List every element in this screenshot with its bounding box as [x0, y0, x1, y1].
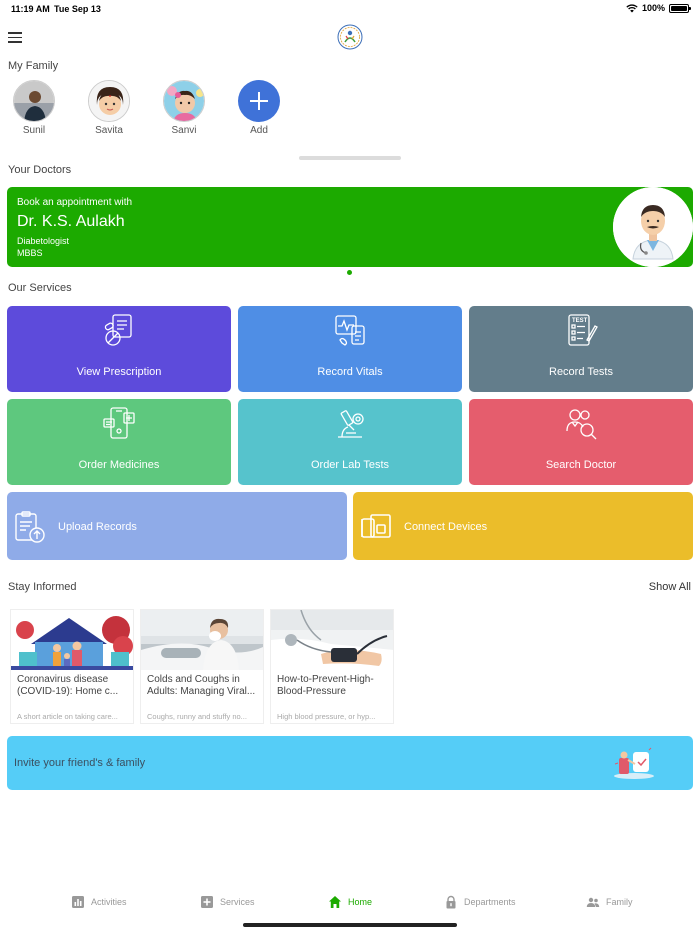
family-list: Sunil Savita Sanvi Add — [0, 80, 700, 140]
tile-label: Order Medicines — [78, 459, 160, 471]
order-medicines-tile[interactable]: Order Medicines — [7, 399, 231, 485]
add-icon — [238, 80, 280, 122]
wifi-icon — [626, 3, 638, 12]
member-name: Savita — [95, 125, 123, 136]
vitals-icon — [335, 315, 365, 346]
connect-devices-tile[interactable]: Connect Devices — [353, 492, 693, 560]
doctor-name: Dr. K.S. Aulakh — [17, 213, 125, 230]
status-date: Tue Sep 13 — [54, 4, 101, 14]
article-image — [141, 610, 263, 670]
tile-label: Order Lab Tests — [310, 459, 390, 471]
my-family-title: My Family — [8, 60, 59, 72]
our-services-title: Our Services — [8, 282, 72, 294]
tab-departments[interactable]: Departments — [444, 895, 516, 909]
article-title: How-to-Prevent-High-Blood-Pressure — [277, 674, 374, 697]
tile-label: Search Doctor — [545, 459, 617, 471]
doctor-specialty: Diabetologist — [17, 236, 70, 246]
tab-family[interactable]: Family — [586, 895, 633, 909]
lock-icon — [446, 895, 456, 909]
tab-home[interactable]: Home — [328, 895, 372, 909]
article-image — [271, 610, 393, 670]
article-description: Coughs, runny and stuffy no... — [147, 712, 247, 721]
carousel-indicator[interactable] — [347, 270, 352, 275]
medicine-phone-icon — [103, 407, 135, 439]
order-lab-tests-tile[interactable]: Order Lab Tests — [238, 399, 462, 485]
test-checklist-icon: TEST — [568, 314, 598, 346]
upload-clipboard-icon — [15, 511, 45, 543]
article-title: Colds and Coughs in Adults: Managing Vir… — [147, 674, 256, 697]
devices-icon — [361, 514, 391, 538]
article-description: A short article on taking care... — [17, 712, 118, 721]
family-member-sanvi[interactable]: Sanvi — [154, 80, 214, 136]
search-doctor-tile[interactable]: Search Doctor — [469, 399, 693, 485]
book-appointment-text: Book an appointment with — [17, 197, 133, 208]
article-card-covid[interactable]: Coronavirus disease (COVID-19): Home c..… — [10, 609, 134, 724]
status-bar: 11:19 AM Tue Sep 13 100% — [0, 0, 700, 18]
family-member-sunil[interactable]: Sunil — [4, 80, 64, 136]
tab-label: Home — [348, 897, 373, 907]
family-member-savita[interactable]: Savita — [79, 80, 139, 136]
bottom-tab-bar: Activities Services Home Departments Fam… — [0, 895, 700, 919]
people-icon — [586, 897, 600, 907]
article-description: High blood pressure, or hyp... — [277, 712, 376, 721]
tile-label: Upload Records — [58, 521, 137, 533]
view-prescription-tile[interactable]: View Prescription — [7, 306, 231, 392]
tab-label: Family — [606, 897, 633, 907]
doctor-avatar — [613, 187, 693, 267]
battery-percent: 100% — [641, 3, 665, 13]
add-family-member-button[interactable]: Add — [229, 80, 289, 136]
prescription-icon — [104, 314, 132, 346]
bar-chart-icon — [72, 896, 84, 908]
doctor-appointment-card[interactable]: Book an appointment with Dr. K.S. Aulakh… — [7, 187, 693, 267]
tab-label: Services — [220, 897, 255, 907]
tile-label: Record Tests — [549, 366, 613, 378]
battery-icon — [669, 3, 691, 13]
record-vitals-tile[interactable]: Record Vitals — [238, 306, 462, 392]
doctor-degree: MBBS — [17, 248, 43, 258]
search-doctor-icon — [566, 409, 597, 440]
tile-label: Connect Devices — [404, 521, 488, 533]
add-label: Add — [250, 125, 268, 136]
invite-banner[interactable]: Invite your friend's & family — [7, 736, 693, 790]
drag-handle[interactable] — [299, 156, 401, 160]
tile-label: Record Vitals — [317, 366, 383, 378]
tab-label: Activities — [91, 897, 127, 907]
invite-illustration-icon — [614, 747, 654, 779]
member-name: Sunil — [22, 125, 46, 136]
status-right: 100% — [626, 3, 691, 13]
avatar — [88, 80, 130, 122]
home-indicator[interactable] — [243, 923, 457, 927]
microscope-icon — [338, 410, 364, 438]
your-doctors-title: Your Doctors — [8, 164, 72, 176]
member-name: Sanvi — [171, 125, 197, 136]
article-card-colds[interactable]: Colds and Coughs in Adults: Managing Vir… — [140, 609, 264, 724]
tab-label: Departments — [464, 897, 516, 907]
home-icon — [329, 896, 341, 908]
avatar — [13, 80, 55, 122]
upload-records-tile[interactable]: Upload Records — [7, 492, 347, 560]
avatar — [163, 80, 205, 122]
invite-label: Invite your friend's & family — [14, 757, 146, 769]
record-tests-tile[interactable]: TEST Record Tests — [469, 306, 693, 392]
svg-text:TEST: TEST — [572, 318, 588, 324]
article-image — [11, 610, 133, 670]
menu-icon[interactable] — [8, 32, 22, 44]
app-header — [0, 22, 700, 56]
show-all-link[interactable]: Show All — [649, 581, 691, 593]
tab-activities[interactable]: Activities — [71, 895, 127, 909]
plus-square-icon — [201, 896, 213, 908]
article-title: Coronavirus disease (COVID-19): Home c..… — [17, 674, 119, 697]
tab-services[interactable]: Services — [200, 895, 255, 909]
app-logo-icon — [337, 24, 363, 50]
stay-informed-title: Stay Informed — [8, 581, 77, 593]
article-card-blood-pressure[interactable]: How-to-Prevent-High-Blood-Pressure High … — [270, 609, 394, 724]
status-time: 11:19 AM — [11, 4, 50, 14]
tile-label: View Prescription — [76, 366, 162, 378]
